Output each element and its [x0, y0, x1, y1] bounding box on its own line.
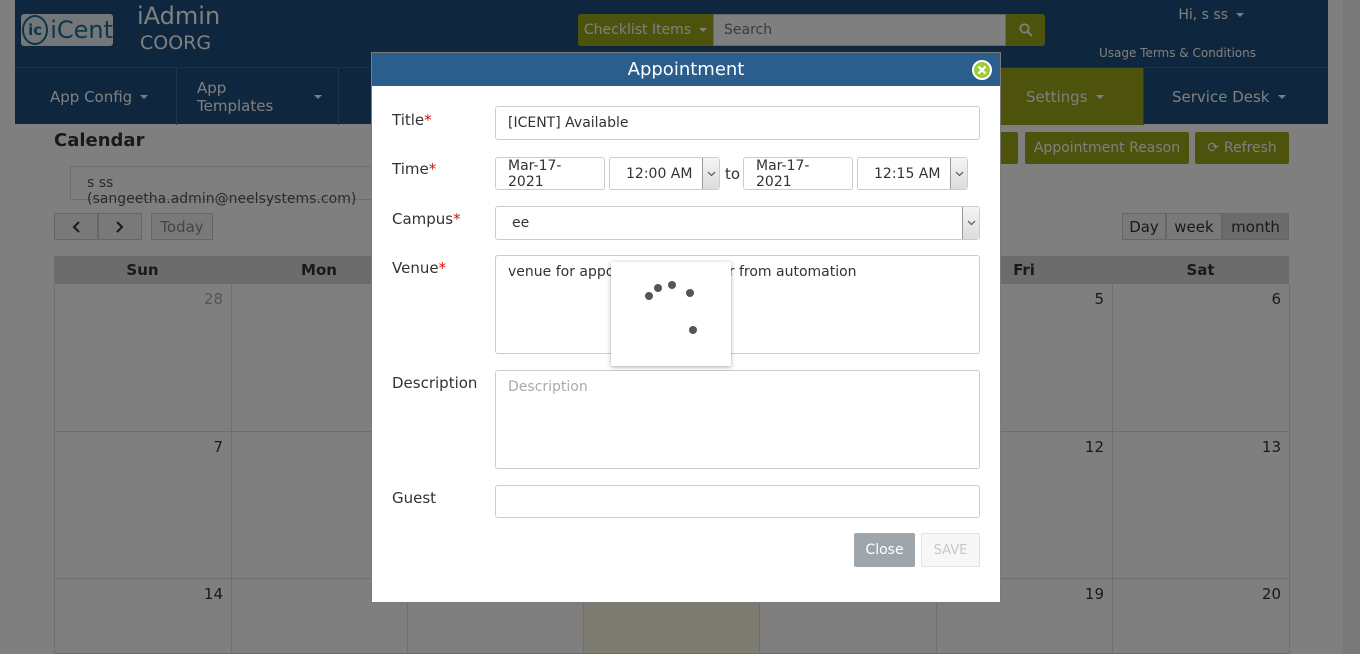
close-x-glyph [977, 65, 987, 75]
venue-label-text: Venue [392, 259, 439, 277]
time-label-text: Time [392, 160, 429, 178]
end-time-value: 12:15 AM [874, 165, 941, 182]
required-mark: * [453, 210, 461, 228]
title-input[interactable]: [ICENT] Available [495, 106, 980, 140]
dialog-header: Appointment [372, 53, 1000, 86]
required-mark: * [438, 259, 447, 277]
chevron-down-icon [962, 207, 979, 239]
close-icon[interactable] [972, 60, 992, 80]
description-label: Description [392, 374, 478, 392]
campus-label: Campus* [392, 210, 461, 228]
spinner-dot [689, 326, 697, 334]
campus-label-text: Campus [392, 210, 454, 228]
to-label: to [725, 165, 741, 183]
guest-label: Guest [392, 489, 437, 507]
chevron-down-icon [950, 158, 967, 189]
chevron-down-icon [702, 158, 719, 189]
save-button[interactable]: SAVE [921, 533, 980, 567]
required-mark: * [428, 160, 437, 178]
required-mark: * [424, 111, 432, 129]
venue-textarea[interactable]: venue for appointment calendar from auto… [495, 255, 980, 354]
start-date-input[interactable]: Mar-17-2021 [495, 157, 605, 190]
start-time-value: 12:00 AM [626, 165, 693, 182]
guest-input[interactable] [495, 485, 980, 518]
end-time-select[interactable]: 12:15 AM [857, 157, 968, 190]
campus-value: ee [512, 215, 530, 231]
spinner-dot [668, 281, 676, 289]
dialog-title: Appointment [627, 59, 745, 80]
loading-spinner [611, 262, 731, 366]
spinner-dot [645, 292, 653, 300]
spinner-dot [654, 284, 662, 292]
campus-select[interactable]: ee [495, 206, 980, 240]
time-label: Time* [392, 160, 436, 178]
end-date-input[interactable]: Mar-17-2021 [743, 157, 853, 190]
description-textarea[interactable]: Description [495, 370, 980, 469]
start-time-select[interactable]: 12:00 AM [609, 157, 720, 190]
close-button[interactable]: Close [854, 533, 915, 567]
title-label-text: Title [392, 111, 425, 129]
venue-label: Venue* [392, 259, 446, 277]
spinner-dot [686, 289, 694, 297]
title-label: Title* [392, 111, 432, 129]
